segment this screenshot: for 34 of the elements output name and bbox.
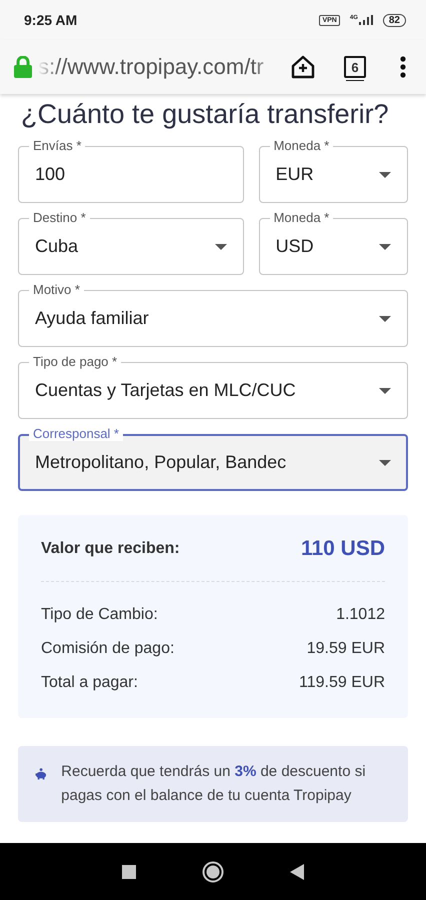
url-field[interactable]: s://www.tropipay.com/tr — [38, 54, 276, 80]
recent-apps-icon[interactable] — [122, 864, 136, 878]
lock-icon — [14, 56, 32, 78]
dropdown-arrow-icon — [378, 244, 391, 250]
dropdown-arrow-icon — [378, 172, 391, 178]
dropdown-arrow-icon — [379, 388, 391, 394]
home-icon[interactable] — [290, 54, 316, 80]
field-label: Tipo de pago * — [29, 354, 122, 369]
battery-level: 82 — [382, 14, 406, 26]
summary-value: 19.59 EUR — [306, 639, 385, 659]
field-label: Envías * — [29, 138, 86, 153]
more-options-icon[interactable] — [400, 56, 406, 78]
back-icon[interactable] — [290, 864, 304, 880]
summary-label: Comisión de pago: — [41, 639, 174, 659]
summary-label: Total a pagar: — [41, 673, 138, 693]
received-amount: 110 USD — [300, 537, 385, 561]
field-label: Moneda * — [270, 138, 334, 153]
field-label: Moneda * — [270, 210, 334, 225]
home-button-icon[interactable] — [202, 860, 224, 882]
signal-icon — [358, 15, 373, 25]
tab-count-button[interactable]: 6 — [344, 56, 366, 78]
field-label: Corresponsal * — [29, 426, 123, 441]
dropdown-arrow-icon — [379, 460, 391, 466]
clock-time: 9:25 AM — [24, 12, 78, 28]
summary-label: Tipo de Cambio: — [41, 605, 158, 625]
summary-value: 119.59 EUR — [299, 673, 385, 693]
received-label: Valor que reciben: — [41, 540, 180, 558]
dropdown-arrow-icon — [379, 316, 391, 322]
dropdown-arrow-icon — [214, 244, 227, 250]
summary-value: 1.1012 — [336, 605, 385, 625]
discount-notice: Recuerda que tendrás un 3% de descuento si pagas con el balance de tu cuenta Tropipay — [61, 762, 367, 806]
field-label: Destino * — [29, 210, 90, 225]
page-title: ¿Cuánto te gustaría transferir? — [21, 99, 390, 130]
field-label: Motivo * — [29, 282, 84, 297]
